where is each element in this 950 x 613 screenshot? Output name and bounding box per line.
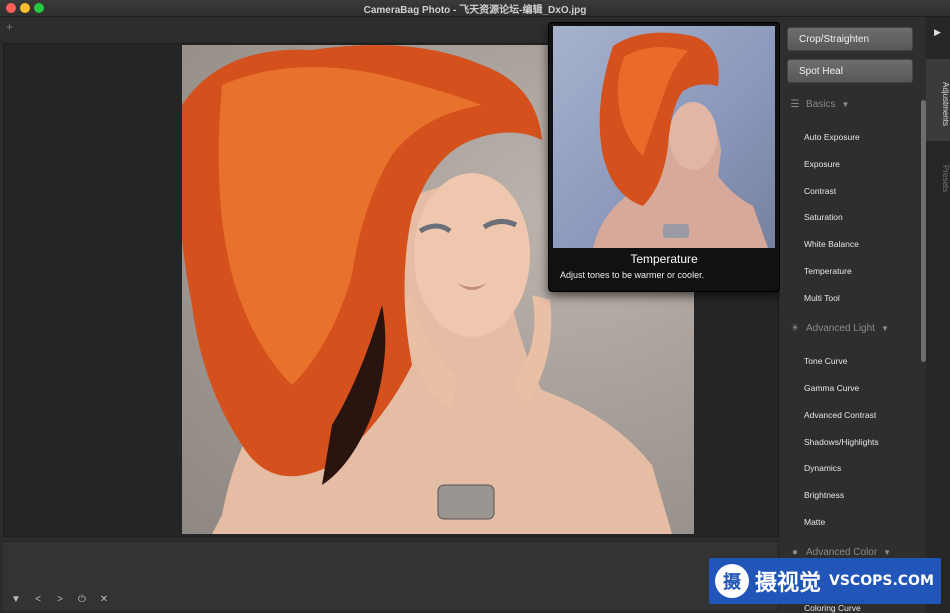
spot-heal-button[interactable]: Spot Heal bbox=[787, 59, 913, 83]
panel-item-contrast[interactable]: Contrast bbox=[804, 186, 836, 196]
section-advanced-light-header[interactable]: ☀ Advanced Light ▼ bbox=[788, 323, 889, 341]
section-basics-header[interactable]: ☰ Basics ▼ bbox=[788, 99, 850, 117]
sliders-icon: ☰ bbox=[790, 99, 800, 110]
tooltip-description: Adjust tones to be warmer or cooler. bbox=[560, 270, 705, 280]
expand-arrow-icon[interactable]: ▶ bbox=[934, 27, 941, 38]
watermark-logo-icon: 摄 bbox=[715, 564, 749, 598]
add-tab-button[interactable]: + bbox=[6, 20, 13, 34]
tooltip-title: Temperature bbox=[630, 252, 698, 266]
panel-item-multi-tool[interactable]: Multi Tool bbox=[804, 293, 840, 303]
tooltip-popup: Temperature Adjust tones to be warmer or… bbox=[548, 22, 780, 292]
panel-item-advanced-contrast[interactable]: Advanced Contrast bbox=[804, 410, 876, 420]
watermark-banner: 摄 摄视觉 VSCOPS.COM bbox=[709, 558, 941, 604]
collapse-icon[interactable]: ▼ bbox=[10, 594, 22, 605]
bottom-controls: ▼ < > ⏻ ✕ bbox=[10, 594, 110, 605]
crop-straighten-button[interactable]: Crop/Straighten bbox=[787, 27, 913, 51]
panel-item-tone-curve[interactable]: Tone Curve bbox=[804, 356, 847, 366]
panel-item-shadows-highlights[interactable]: Shadows/Highlights bbox=[804, 437, 879, 447]
filmstrip[interactable] bbox=[3, 541, 777, 610]
watermark-cn-text: 摄视觉 bbox=[755, 570, 822, 595]
side-tabs: ▶ Adjustments Presets bbox=[926, 17, 950, 613]
watermark-domain: VSCOPS.COM bbox=[829, 573, 934, 589]
panel-item-saturation[interactable]: Saturation bbox=[804, 212, 843, 222]
section-advanced-light-title: Advanced Light bbox=[806, 323, 875, 334]
tab-presets[interactable]: Presets bbox=[926, 145, 950, 205]
next-image-button[interactable]: > bbox=[54, 594, 66, 605]
close-image-button[interactable]: ✕ bbox=[98, 594, 110, 605]
title-bar: CameraBag Photo - 飞天资源论坛-编辑_DxO.jpg bbox=[0, 0, 950, 17]
panel-item-temperature[interactable]: Temperature bbox=[804, 266, 852, 276]
tooltip-preview-image bbox=[553, 26, 775, 248]
chevron-down-icon: ▼ bbox=[841, 100, 850, 109]
panel-item-brightness[interactable]: Brightness bbox=[804, 490, 844, 500]
panel-item-exposure[interactable]: Exposure bbox=[804, 159, 840, 169]
chevron-down-icon: ▼ bbox=[883, 548, 892, 557]
panel-item-gamma-curve[interactable]: Gamma Curve bbox=[804, 383, 859, 393]
panel-item-matte[interactable]: Matte bbox=[804, 517, 825, 527]
sun-icon: ☀ bbox=[790, 323, 800, 334]
section-advanced-color-title: Advanced Color bbox=[806, 547, 878, 558]
color-drop-icon: ● bbox=[791, 547, 799, 558]
panel-item-white-balance[interactable]: White Balance bbox=[804, 239, 859, 249]
section-basics-title: Basics bbox=[806, 99, 836, 110]
chevron-down-icon: ▼ bbox=[880, 324, 889, 333]
panel-item-coloring-curve[interactable]: Coloring Curve bbox=[804, 603, 861, 613]
previous-image-button[interactable]: < bbox=[32, 594, 44, 605]
power-icon[interactable]: ⏻ bbox=[76, 594, 88, 605]
panel-item-auto-exposure[interactable]: Auto Exposure bbox=[804, 132, 860, 142]
tab-adjustments[interactable]: Adjustments bbox=[926, 59, 950, 141]
adjustments-panel: Crop/Straighten Spot Heal ☰ Basics ▼ Auto … bbox=[780, 17, 926, 613]
window-title: CameraBag Photo - 飞天资源论坛-编辑_DxO.jpg bbox=[363, 5, 587, 16]
panel-item-dynamics[interactable]: Dynamics bbox=[804, 463, 841, 473]
